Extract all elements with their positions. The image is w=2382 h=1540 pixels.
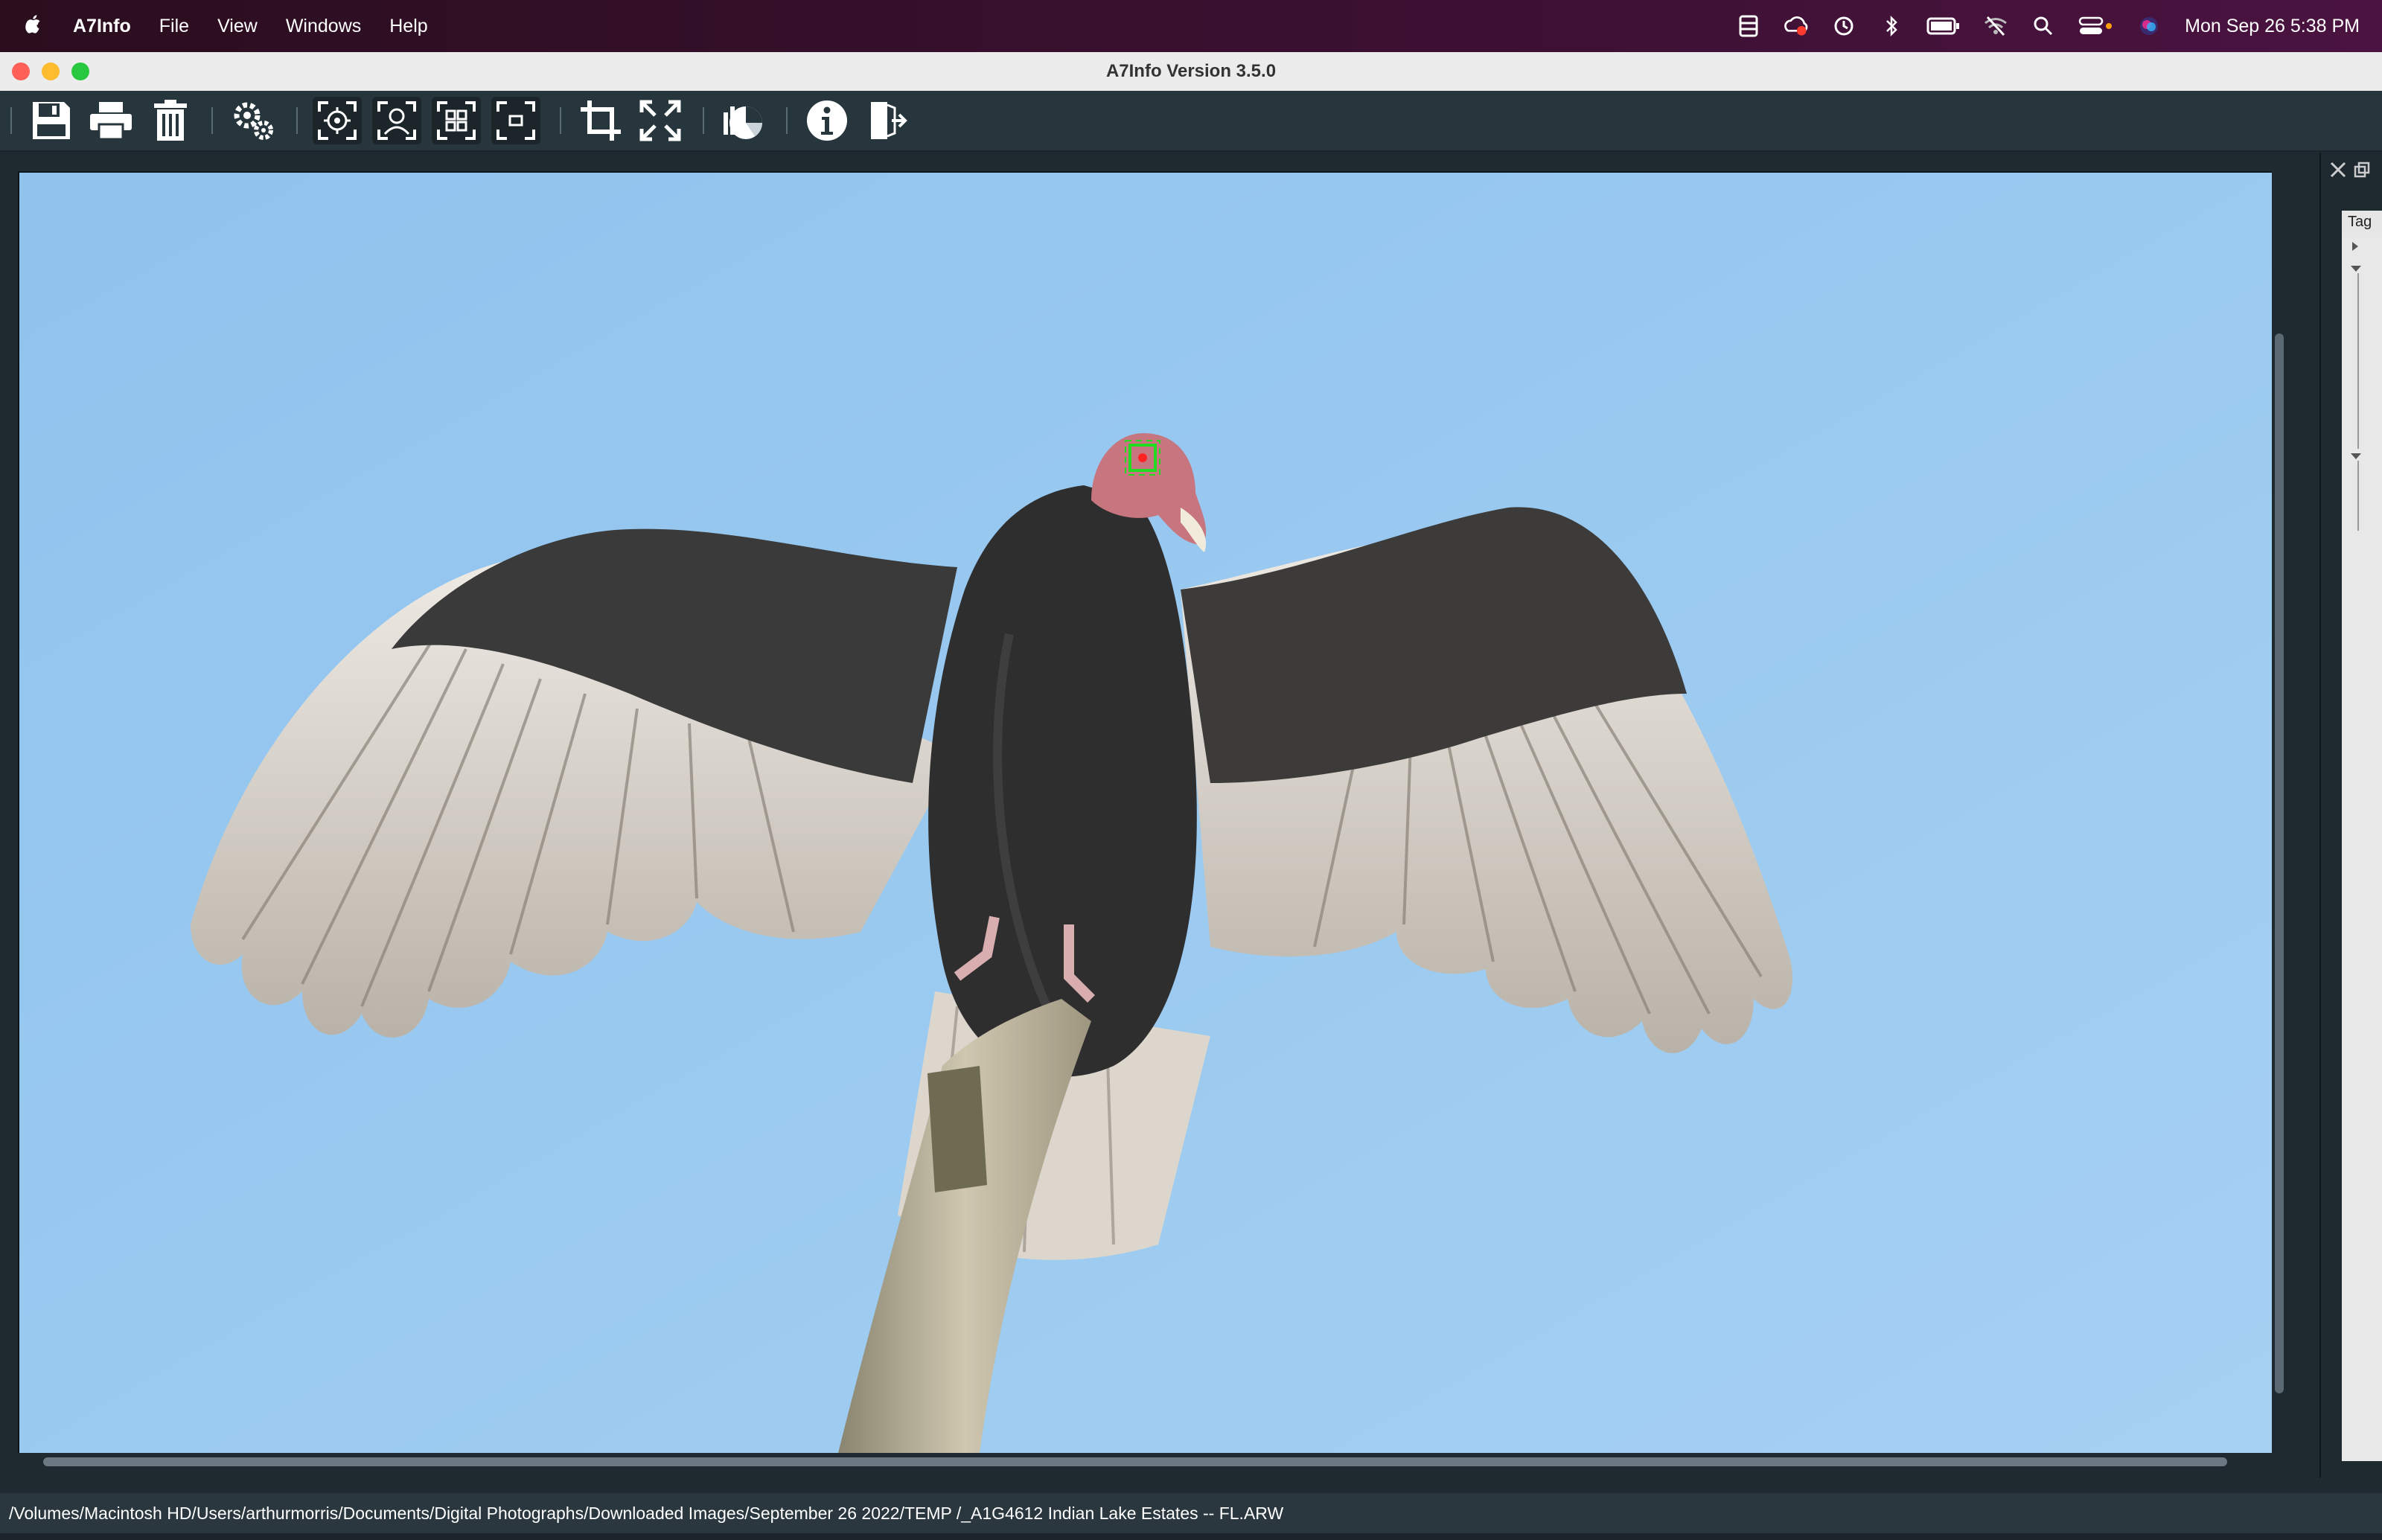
bluetooth-icon[interactable] [1878, 15, 1905, 37]
focus-area-icon [437, 101, 476, 140]
siri-icon[interactable] [2136, 15, 2162, 37]
save-button[interactable] [27, 97, 76, 144]
float-panel-icon[interactable] [2352, 160, 2372, 183]
horizontal-scroll-thumb[interactable] [43, 1457, 2227, 1466]
vertical-scrollbar[interactable] [2272, 171, 2287, 1470]
tag-tree-list[interactable] [2342, 233, 2382, 1461]
menu-windows[interactable]: Windows [286, 16, 361, 37]
focus-area-button[interactable] [432, 97, 481, 144]
settings-gears-icon [234, 102, 273, 140]
apple-icon[interactable] [25, 13, 43, 39]
wifi-off-icon[interactable] [1982, 15, 2009, 37]
tag-panel: Tag [2319, 153, 2382, 1477]
image-viewer[interactable] [18, 171, 2275, 1454]
crop-icon [581, 100, 621, 141]
bird-photo [19, 173, 2273, 1453]
app-menu[interactable]: A7Info [73, 16, 131, 37]
window-bottom-edge [0, 1533, 2382, 1540]
window-title-bar: A7Info Version 3.5.0 [0, 52, 2382, 92]
control-center-icon[interactable] [2078, 15, 2115, 37]
settings-button[interactable] [229, 97, 278, 144]
exit-button[interactable] [862, 97, 911, 144]
display-icon[interactable] [1735, 15, 1762, 37]
focus-frame-icon [496, 101, 535, 140]
face-detect-icon [377, 101, 416, 140]
focus-marker [1125, 440, 1160, 476]
horizontal-scrollbar[interactable] [18, 1453, 2272, 1471]
delete-button[interactable] [146, 97, 195, 144]
cloud-sync-icon[interactable] [1783, 15, 1810, 37]
tree-collapse-icon[interactable] [2351, 266, 2361, 272]
toolbar [0, 91, 2382, 152]
tree-expand-icon[interactable] [2352, 242, 2358, 251]
exposure-chart-icon [724, 106, 762, 139]
info-button[interactable] [802, 97, 852, 144]
face-detect-button[interactable] [372, 97, 421, 144]
fullscreen-button[interactable] [636, 97, 685, 144]
print-icon [90, 102, 132, 141]
tag-column-header[interactable]: Tag [2342, 211, 2382, 233]
time-machine-icon[interactable] [1830, 15, 1857, 37]
menu-clock[interactable]: Mon Sep 26 5:38 PM [2185, 16, 2360, 37]
menu-view[interactable]: View [217, 16, 258, 37]
window-title: A7Info Version 3.5.0 [1105, 61, 1277, 81]
save-icon [33, 102, 70, 139]
print-button[interactable] [86, 97, 135, 144]
macos-menu-bar: A7Info File View Windows Help Mon Sep 26… [0, 0, 2382, 52]
tree-collapse-icon[interactable] [2351, 453, 2361, 459]
exposure-chart-button[interactable] [719, 97, 768, 144]
close-panel-icon[interactable] [2328, 160, 2348, 183]
focus-point-button[interactable] [313, 97, 362, 144]
trash-icon [154, 100, 187, 141]
info-icon [807, 100, 847, 141]
crop-button[interactable] [576, 97, 625, 144]
menu-help[interactable]: Help [389, 16, 427, 37]
fullscreen-icon [639, 100, 681, 141]
exit-icon [871, 102, 907, 139]
menu-file[interactable]: File [159, 16, 189, 37]
battery-icon[interactable] [1926, 15, 1961, 37]
search-icon[interactable] [2030, 15, 2057, 37]
focus-frame-button[interactable] [491, 97, 540, 144]
status-bar-file-path: /Volumes/Macintosh HD/Users/arthurmorris… [0, 1493, 2382, 1533]
toolbar-grip [10, 107, 12, 134]
focus-point-icon [318, 101, 357, 140]
vertical-scroll-thumb[interactable] [2275, 333, 2284, 1393]
